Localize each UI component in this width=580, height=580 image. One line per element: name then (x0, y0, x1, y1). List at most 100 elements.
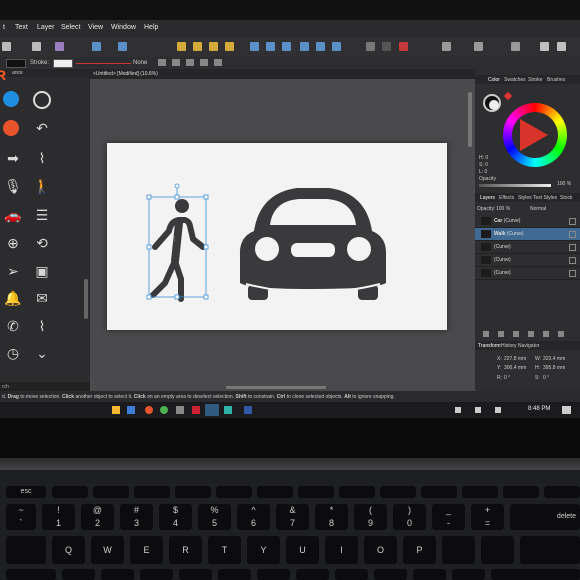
list-icon[interactable]: ☰ (33, 208, 51, 222)
eyedropper-icon[interactable] (503, 91, 513, 101)
menu-item-window[interactable]: Window (111, 24, 136, 31)
reload-icon[interactable]: ⟲ (33, 236, 51, 250)
opacity-slider[interactable] (479, 184, 551, 187)
canvas-horizontal-scrollbar[interactable] (226, 386, 326, 389)
menu-item-view[interactable]: View (88, 24, 103, 31)
layer-delete-icon[interactable] (558, 331, 564, 337)
bell-icon[interactable]: 🔔 (4, 291, 22, 305)
attachment-icon[interactable]: ⌇ (33, 319, 51, 333)
color-picker-icon[interactable] (399, 42, 408, 51)
layer-row-selected[interactable]: Walk (Curve) (475, 228, 580, 241)
persona-pixel-icon[interactable] (55, 42, 64, 51)
studio-icon-2[interactable] (557, 42, 566, 51)
layer-mask-icon[interactable] (498, 331, 504, 337)
taskbar-clock[interactable]: 8:48 PM (528, 406, 550, 412)
symbol-search[interactable]: rch (0, 382, 90, 391)
taskbar-app-icon[interactable] (176, 406, 184, 414)
tab-stroke[interactable]: Stroke (528, 77, 542, 83)
layer-row[interactable]: (Curve) (475, 241, 580, 254)
transform-icon[interactable] (118, 42, 127, 51)
arrange-forward-icon[interactable] (193, 42, 202, 51)
tab-navigator[interactable]: Navigator (518, 343, 539, 349)
layer-fx-icon[interactable] (528, 331, 534, 337)
circle-blue-icon[interactable] (3, 91, 19, 107)
assistant-icon[interactable] (474, 42, 483, 51)
layer-visibility-checkbox[interactable] (569, 244, 576, 251)
layer-group-icon[interactable] (543, 331, 549, 337)
layer-visibility-checkbox[interactable] (569, 270, 576, 277)
car-icon[interactable]: 🚗 (4, 208, 22, 222)
taskbar-firefox-icon[interactable] (145, 406, 153, 414)
man-icon[interactable]: 🚶 (33, 179, 51, 193)
flip-h-icon[interactable] (172, 59, 180, 66)
menu-item-layer[interactable]: Layer (37, 24, 55, 31)
layer-row[interactable]: (Curve) (475, 267, 580, 280)
layer-visibility-checkbox[interactable] (569, 218, 576, 225)
taskbar-app-icon-2[interactable] (192, 406, 200, 414)
transform-w-field[interactable]: 323.4 mm (543, 356, 565, 362)
flip-v-icon[interactable] (186, 59, 194, 66)
menu-item-file[interactable]: t (3, 24, 5, 31)
taskbar-app-icon-4[interactable] (244, 406, 252, 414)
view-mode-icon[interactable] (511, 42, 520, 51)
microphone-icon[interactable]: 🎙 (4, 179, 22, 193)
transform-s-field[interactable]: 0 ° (543, 375, 549, 381)
phone-icon[interactable]: ✆ (4, 319, 22, 333)
tab-stock[interactable]: Stock (560, 195, 573, 201)
boolean-subtract-icon[interactable] (382, 42, 391, 51)
studio-icon[interactable] (540, 42, 549, 51)
snapping-icon[interactable] (442, 42, 451, 51)
align-top-icon[interactable] (300, 42, 309, 51)
persona-icon[interactable] (32, 42, 41, 51)
convert-icon[interactable] (214, 59, 222, 66)
layer-opacity-value[interactable]: 100 % (496, 206, 510, 212)
arrow-right-icon[interactable]: ➡ (4, 151, 22, 165)
tab-effects[interactable]: Effects (499, 195, 514, 201)
send-icon[interactable]: ➢ (4, 264, 22, 278)
taskbar-edge-icon[interactable] (127, 406, 135, 414)
align-right-icon[interactable] (282, 42, 291, 51)
tray-network-icon[interactable] (455, 407, 461, 413)
taskbar-app-icon-3[interactable] (224, 406, 232, 414)
paperclip-icon[interactable]: ⌇ (33, 151, 51, 165)
tab-transform[interactable]: Transform (478, 343, 501, 349)
layer-visibility-checkbox[interactable] (569, 257, 576, 264)
clock-icon[interactable]: ◷ (4, 346, 22, 360)
layer-row[interactable]: Car (Curve) (475, 215, 580, 228)
layer-adjust-icon[interactable] (513, 331, 519, 337)
menu-item-help[interactable]: Help (144, 24, 158, 31)
taskbar-designer-icon-active[interactable] (205, 404, 219, 416)
layer-row[interactable]: (Curve) (475, 254, 580, 267)
bus-icon[interactable]: ▣ (33, 264, 51, 278)
menu-item-text[interactable]: Text (15, 24, 28, 31)
tab-text-styles[interactable]: Text Styles (533, 195, 557, 201)
align-center-icon[interactable] (266, 42, 275, 51)
boolean-add-icon[interactable] (366, 42, 375, 51)
panel-scrollbar[interactable] (84, 279, 88, 319)
tab-color[interactable]: Color (488, 77, 500, 83)
canvas-vertical-scrollbar[interactable] (468, 92, 472, 147)
minus-circle-icon[interactable] (3, 120, 19, 136)
transform-x-field[interactable]: 227.8 mm (504, 356, 526, 362)
layer-visibility-checkbox[interactable] (569, 231, 576, 238)
undo-arrow-icon[interactable]: ↶ (33, 121, 51, 135)
share-icon[interactable] (2, 42, 11, 51)
tray-battery-icon[interactable] (495, 407, 501, 413)
chevron-down-icon[interactable]: ⌄ (33, 346, 51, 360)
stroke-width-slider[interactable] (76, 63, 131, 64)
tab-history[interactable]: History (501, 343, 517, 349)
layer-add-icon[interactable] (483, 331, 489, 337)
color-triangle[interactable] (520, 119, 548, 151)
arrange-back-icon[interactable] (225, 42, 234, 51)
snap-icon[interactable] (92, 42, 101, 51)
tab-layers[interactable]: Layers (480, 195, 495, 201)
taskbar-explorer-icon[interactable] (112, 406, 120, 414)
blend-mode-select[interactable]: Normal (530, 206, 546, 212)
tab-swatches[interactable]: Swatches (504, 77, 526, 83)
document-tab[interactable]: <Untitled> [Modified] (10.6%) (93, 71, 158, 77)
align-bottom-icon[interactable] (332, 42, 341, 51)
circle-outline-icon[interactable] (33, 91, 51, 109)
tray-volume-icon[interactable] (475, 407, 481, 413)
artboard[interactable]: I (107, 143, 447, 330)
transform-y-field[interactable]: 300.4 mm (504, 365, 526, 371)
